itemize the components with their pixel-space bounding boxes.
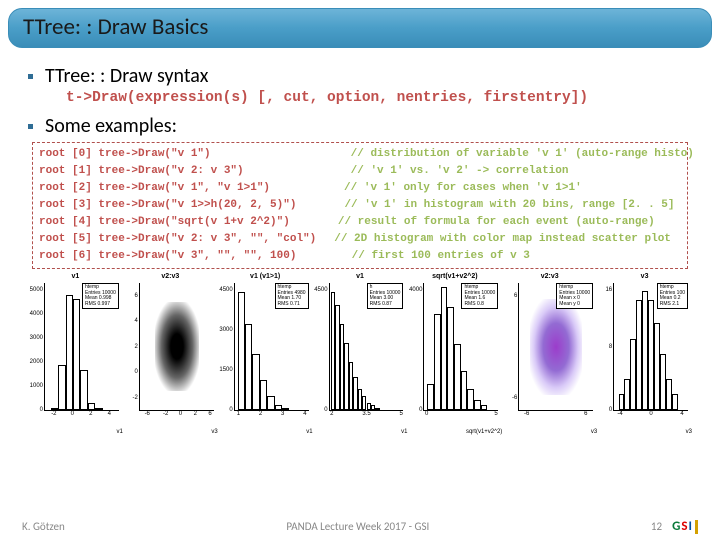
gsi-logo: GSI	[672, 519, 698, 534]
plot-xlabel: v3	[686, 429, 692, 435]
plot-v2v3-scatter: v2:v3 6 4 2 0 -2 -6 -2 0 2 6 v3	[123, 273, 218, 423]
example-cmd: root [2] tree->Draw("v 1", "v 1>1")	[39, 182, 270, 194]
example-row: root [0] tree->Draw("v 1")// distributio…	[39, 146, 681, 163]
plot-v2v3-col: v2:v3 htempEntries 10000Mean x 0Mean y 0…	[502, 273, 597, 423]
slide-title: TTree: : Draw Basics	[8, 8, 712, 48]
example-row: root [1] tree->Draw("v 2: v 3") // 'v 1' …	[39, 163, 681, 180]
plot-v3-100: v3 htempEntries 100Mean 0.2RMS 2.1 16 8 …	[597, 273, 692, 423]
plot-statbox: htempEntries 4980Mean 1.70RMS 0.71	[275, 283, 309, 309]
example-row: root [5] tree->Draw("v 2: v 3", "", "col…	[39, 231, 681, 248]
example-comment: // result of formula for each event (aut…	[338, 216, 655, 228]
plot-v1-h20: v1 hEntries 10000Mean 3.00RMS 0.87 4500 …	[313, 273, 408, 423]
plot-xlabel: v3	[591, 429, 597, 435]
plot-statbox: htempEntries 10000Mean 0.998RMS 0.997	[82, 283, 119, 309]
bullet-examples: Some examples:	[22, 114, 698, 138]
example-cmd: root [4] tree->Draw("sqrt(v 1+v 2^2)")	[39, 216, 290, 228]
plot-statbox: hEntries 10000Mean 3.00RMS 0.87	[367, 283, 404, 309]
footer: K. Götzen PANDA Lecture Week 2017 - GSI …	[0, 519, 720, 534]
bullet-icon	[28, 74, 33, 79]
example-cmd: root [3] tree->Draw("v 1>>h(20, 2, 5)")	[39, 199, 296, 211]
footer-venue: PANDA Lecture Week 2017 - GSI	[286, 520, 429, 533]
plot-xlabel: sqrt(v1+v2^2)	[466, 429, 502, 435]
code-examples-block: root [0] tree->Draw("v 1")// distributio…	[32, 142, 688, 269]
example-row: root [3] tree->Draw("v 1>>h(20, 2, 5)") /…	[39, 197, 681, 214]
example-cmd: root [5] tree->Draw("v 2: v 3", "", "col…	[39, 233, 316, 245]
example-cmd: root [1] tree->Draw("v 2: v 3")	[39, 165, 244, 177]
example-comment: // first 100 entries of v 3	[338, 250, 529, 262]
example-comment: // 'v 1' only for cases when 'v 1>1'	[344, 182, 582, 194]
plot-xlabel: v1	[401, 429, 407, 435]
example-row: root [2] tree->Draw("v 1", "v 1>1") // 'v…	[39, 180, 681, 197]
plot-title: v3	[641, 273, 649, 280]
plot-xlabel: v1	[117, 429, 123, 435]
example-row: root [6] tree->Draw("v 3", "", "", 100) …	[39, 248, 681, 265]
footer-author: K. Götzen	[22, 520, 65, 533]
plot-sqrt: sqrt(v1+v2^2) htempEntries 10000Mean 1.6…	[407, 273, 502, 423]
plot-statbox: htempEntries 100Mean 0.2RMS 2.1	[657, 283, 688, 309]
footer-page: 12	[651, 520, 662, 533]
plot-statbox: htempEntries 10000Mean x 0Mean y 0	[556, 283, 593, 309]
plot-v1-hist: v1 htempEntries 10000Mean 0.998RMS 0.997…	[28, 273, 123, 423]
example-comment: // 'v 1' in histogram with 20 bins, rang…	[344, 199, 674, 211]
syntax-code: t->Draw(expression(s) [, cut, option, ne…	[66, 90, 698, 106]
plot-title: v1	[72, 273, 80, 280]
plot-title: v1 (v1>1)	[250, 273, 280, 280]
plot-title: v2:v3	[161, 273, 179, 280]
plot-title: sqrt(v1+v2^2)	[432, 273, 478, 280]
plot-statbox: htempEntries 10000Mean 1.6RMS 0.8	[461, 283, 498, 309]
example-comment: // 'v 1' vs. 'v 2' -> correlation	[351, 165, 569, 177]
example-comment: // 2D histogram with color map instead s…	[334, 233, 671, 245]
plot-title: v2:v3	[541, 273, 559, 280]
example-cmd: root [6] tree->Draw("v 3", "", "", 100)	[39, 250, 296, 262]
plot-v1-cut: v1 (v1>1) htempEntries 4980Mean 1.70RMS …	[218, 273, 313, 423]
example-cmd: root [0] tree->Draw("v 1")	[39, 148, 211, 160]
bullet-syntax: TTree: : Draw syntax	[22, 64, 698, 88]
plot-xlabel: v3	[211, 429, 217, 435]
bullet-text-1: TTree: : Draw syntax	[45, 64, 208, 88]
bullet-icon	[28, 124, 33, 129]
plot-row: v1 htempEntries 10000Mean 0.998RMS 0.997…	[28, 273, 692, 423]
example-comment: // distribution of variable 'v 1' (auto-…	[351, 148, 694, 160]
bullet-text-2: Some examples:	[45, 114, 177, 138]
plot-title: v1	[356, 273, 364, 280]
plot-xlabel: v1	[306, 429, 312, 435]
example-row: root [4] tree->Draw("sqrt(v 1+v 2^2)") //…	[39, 214, 681, 231]
